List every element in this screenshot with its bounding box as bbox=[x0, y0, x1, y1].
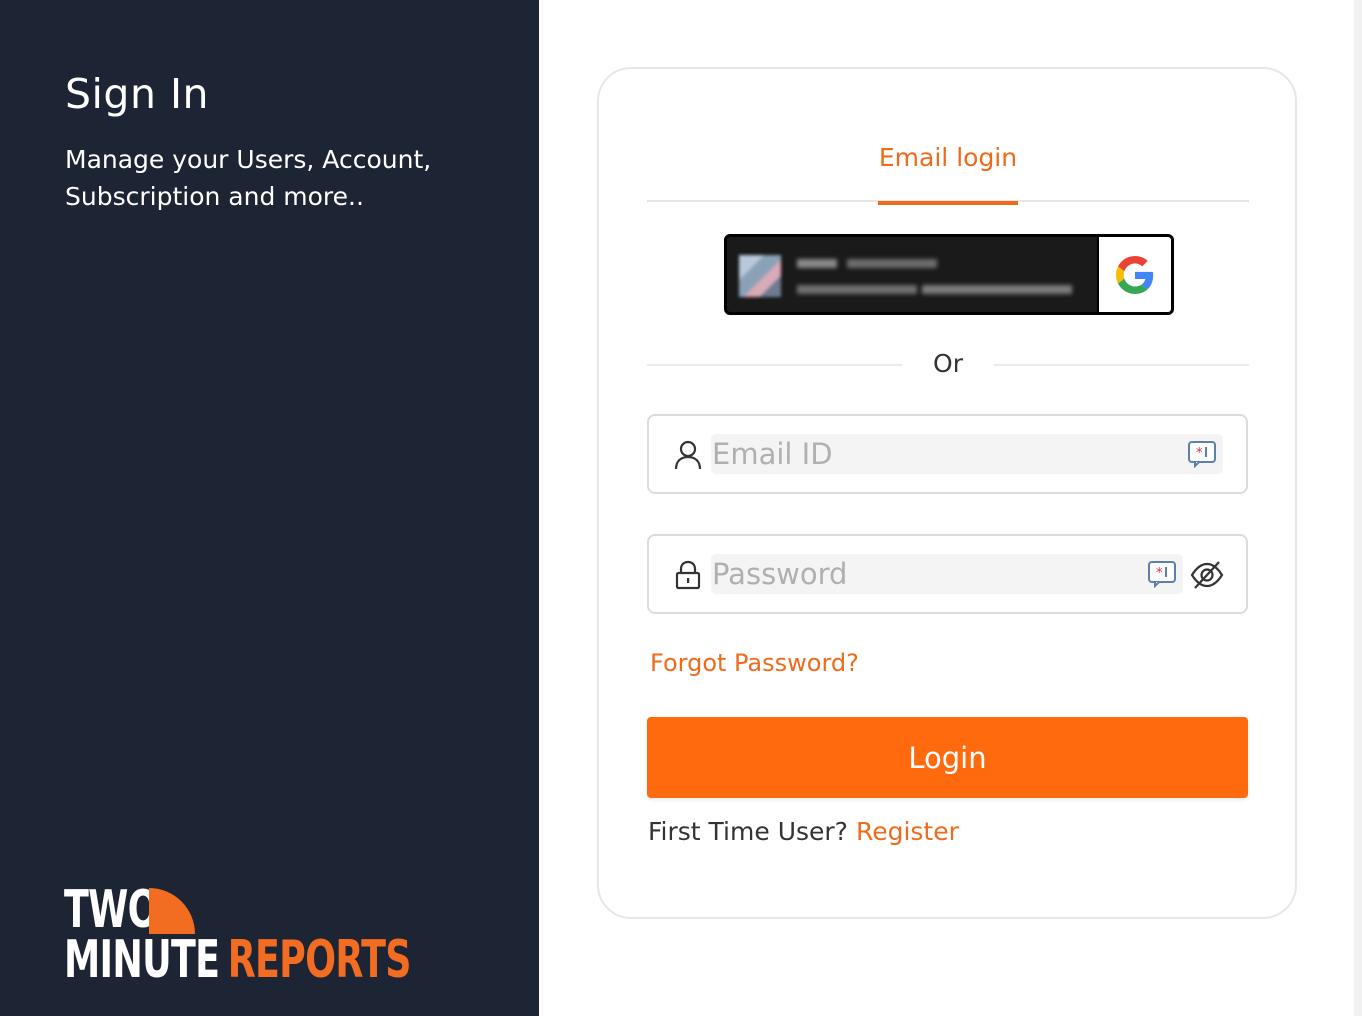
account-email-redacted bbox=[922, 285, 1072, 294]
password-field-wrapper: * bbox=[647, 534, 1248, 614]
logo-minute: MINUTE bbox=[64, 930, 220, 990]
or-divider: Or bbox=[647, 347, 1249, 381]
tab-email-login-label: Email login bbox=[878, 143, 1018, 172]
register-link[interactable]: Register bbox=[856, 817, 959, 846]
page-subtitle: Manage your Users, Account, Subscription… bbox=[65, 145, 432, 211]
google-g-icon bbox=[1116, 255, 1154, 294]
login-card: Email login Or Email ID * * Forgot Passw… bbox=[597, 67, 1297, 919]
logo-line-2: MINUTE REPORTS bbox=[64, 934, 411, 986]
first-time-user-row: First Time User? Register bbox=[648, 817, 959, 846]
divider-line-left bbox=[647, 364, 902, 366]
password-manager-icon[interactable]: * bbox=[1187, 440, 1217, 468]
divider-line-right bbox=[994, 364, 1249, 366]
lock-icon bbox=[675, 560, 701, 590]
avatar bbox=[739, 255, 781, 297]
user-icon bbox=[674, 440, 702, 470]
or-text: Or bbox=[933, 349, 963, 378]
login-page: Sign In Manage your Users, Account, Subs… bbox=[0, 0, 1362, 1016]
page-title: Sign In bbox=[65, 70, 210, 118]
password-manager-icon[interactable]: * bbox=[1147, 560, 1177, 588]
left-info-panel: Sign In Manage your Users, Account, Subs… bbox=[0, 0, 539, 1016]
account-email-redacted bbox=[797, 285, 917, 294]
email-input[interactable] bbox=[711, 434, 1181, 474]
login-button[interactable]: Login bbox=[647, 717, 1248, 798]
logo-line-1: TWO bbox=[64, 880, 159, 940]
forgot-password-link[interactable]: Forgot Password? bbox=[650, 649, 859, 677]
email-field-wrapper: * bbox=[647, 414, 1248, 494]
account-name-redacted bbox=[797, 259, 837, 268]
account-name-redacted bbox=[847, 259, 937, 268]
first-time-user-text: First Time User? bbox=[648, 817, 848, 846]
google-g-icon-box bbox=[1097, 237, 1171, 312]
google-signin-button[interactable] bbox=[724, 234, 1174, 315]
password-input[interactable] bbox=[711, 554, 1141, 594]
svg-text:*: * bbox=[1156, 566, 1163, 581]
logo-reports: REPORTS bbox=[227, 930, 412, 990]
window-right-edge bbox=[1354, 0, 1362, 1016]
logo-quarter-circle bbox=[149, 888, 195, 934]
brand-logo: TWO MINUTE REPORTS bbox=[64, 880, 411, 988]
eye-slash-icon[interactable] bbox=[1189, 558, 1225, 592]
tab-active-underline bbox=[878, 201, 1018, 205]
tab-email-login[interactable]: Email login bbox=[878, 143, 1018, 205]
svg-text:*: * bbox=[1196, 446, 1203, 461]
